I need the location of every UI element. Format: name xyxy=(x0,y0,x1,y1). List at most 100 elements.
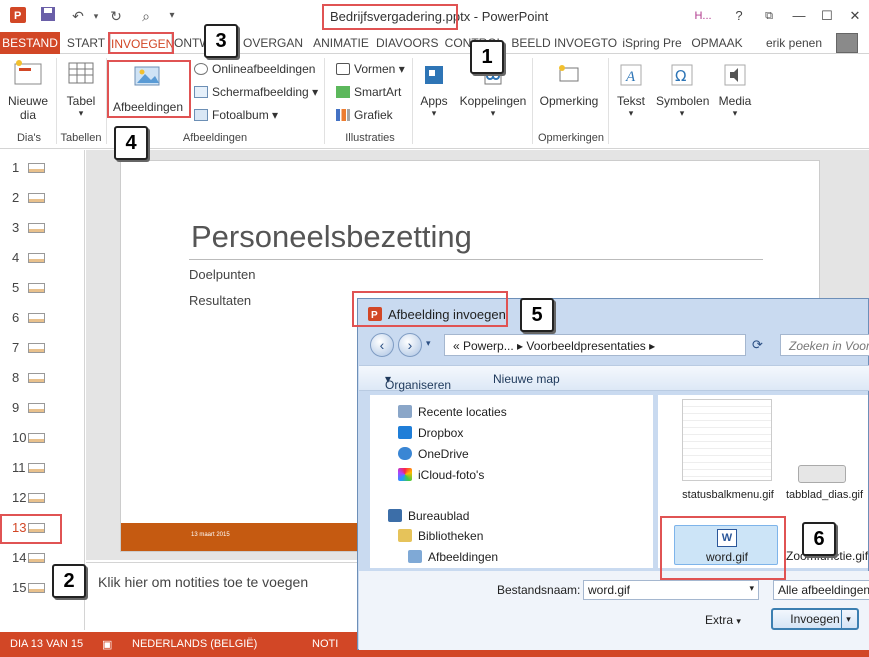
redo-icon[interactable]: ↻ xyxy=(106,6,126,26)
close-button[interactable]: ✕ xyxy=(844,6,866,26)
online-pictures-button[interactable]: Onlineafbeeldingen xyxy=(194,62,315,76)
tab-bestand[interactable]: BESTAND xyxy=(0,32,60,54)
slide-thumbnail-number[interactable]: 3 xyxy=(12,220,19,235)
insert-button[interactable]: Invoegen ▾ xyxy=(771,608,859,630)
slide-thumbnail[interactable] xyxy=(28,463,45,473)
file-thumbnail[interactable] xyxy=(682,399,772,481)
tab-opmaak[interactable]: OPMAAK xyxy=(688,32,746,54)
slide-thumbnail[interactable] xyxy=(28,403,45,413)
slide-thumbnail[interactable] xyxy=(28,433,45,443)
back-button[interactable]: ‹ xyxy=(370,333,394,357)
tab-invoegtoepassingen[interactable]: INVOEGTO xyxy=(554,32,617,54)
slide-thumbnail-number[interactable]: 5 xyxy=(12,280,19,295)
insert-picture-dialog: P Afbeelding invoegen ‹ › ▾ « Powerp... … xyxy=(357,298,869,650)
save-icon[interactable] xyxy=(38,6,58,26)
slide-thumbnail-number[interactable]: 8 xyxy=(12,370,19,385)
breadcrumb[interactable]: « Powerp... ▸ Voorbeeldpresentaties ▸ xyxy=(453,339,655,353)
slide-thumbnail-number[interactable]: 11 xyxy=(12,460,26,475)
organize-button[interactable]: Organiseren ▾ xyxy=(385,372,451,392)
forward-button[interactable]: › xyxy=(398,333,422,357)
slide-thumbnail[interactable] xyxy=(28,373,45,383)
symbols-button[interactable]: Ω Symbolen ▾ xyxy=(656,62,709,119)
spelling-icon[interactable]: ▣ xyxy=(102,638,112,651)
screenshot-button[interactable]: Schermafbeelding ▾ xyxy=(194,85,318,99)
file-name[interactable]: tabblad_dias.gif xyxy=(786,489,868,501)
apps-button[interactable]: Apps ▾ xyxy=(416,62,452,119)
minimize-button[interactable]: — xyxy=(788,6,810,26)
undo-dropdown-icon[interactable]: ▾ xyxy=(86,6,106,26)
tab-ispring[interactable]: iSpring Pre xyxy=(618,32,686,54)
shapes-button[interactable]: Vormen ▾ xyxy=(336,62,405,76)
tab-start[interactable]: START xyxy=(64,32,108,54)
slide-thumbnail-number[interactable]: 2 xyxy=(12,190,19,205)
slide-thumbnail-number[interactable]: 15 xyxy=(12,580,26,595)
smartart-button[interactable]: SmartArt xyxy=(336,85,401,99)
present-icon[interactable]: ⌕ xyxy=(136,6,156,26)
slide-thumbnail-number[interactable]: 9 xyxy=(12,400,19,415)
tab-animaties[interactable]: ANIMATIE xyxy=(310,32,372,54)
slide-thumbnail[interactable] xyxy=(28,163,45,173)
text-button[interactable]: A Tekst ▾ xyxy=(610,62,652,119)
nav-item-dropbox[interactable]: Dropbox xyxy=(398,426,463,440)
slide-thumbnail-number[interactable]: 1 xyxy=(12,160,19,175)
ribbon-display-icon[interactable]: ⧉ xyxy=(758,6,780,26)
slide-counter[interactable]: DIA 13 VAN 15 xyxy=(10,638,83,650)
new-slide-button[interactable]: Nieuwe dia xyxy=(4,58,52,122)
maximize-button[interactable]: ☐ xyxy=(816,6,838,26)
slide-thumbnail[interactable] xyxy=(28,493,45,503)
file-name[interactable]: statusbalkmenu.gif xyxy=(678,489,778,502)
slide-thumbnail[interactable] xyxy=(28,553,45,563)
notes-toggle[interactable]: NOTI xyxy=(312,638,338,650)
nav-item-libraries[interactable]: Bibliotheken xyxy=(398,529,483,543)
tab-beeld[interactable]: BEELD xyxy=(510,32,552,54)
tab-overgangen[interactable]: OVERGAN xyxy=(240,32,306,54)
slide-thumbnail[interactable] xyxy=(28,193,45,203)
undo-icon[interactable]: ↶ xyxy=(68,6,88,26)
slide-thumbnail[interactable] xyxy=(28,283,45,293)
recent-dropdown-icon[interactable]: ▾ xyxy=(426,338,431,349)
file-type-filter[interactable]: Alle afbeeldingen xyxy=(773,580,869,600)
address-bar[interactable]: « Powerp... ▸ Voorbeeldpresentaties ▸ xyxy=(444,334,746,356)
slide-thumbnail[interactable] xyxy=(28,223,45,233)
table-button[interactable]: Tabel ▾ xyxy=(60,58,102,119)
photo-album-button[interactable]: Fotoalbum ▾ xyxy=(194,108,278,122)
customize-qat-icon[interactable]: ▾ xyxy=(162,6,182,26)
help-button[interactable]: ? xyxy=(728,6,750,26)
nav-item-desktop[interactable]: Bureaublad xyxy=(388,509,469,523)
user-name[interactable]: erik penen xyxy=(756,32,832,54)
tab-diavoorstelling[interactable]: DIAVOORS xyxy=(376,32,438,54)
filename-input[interactable]: word.gif ▾ xyxy=(583,580,759,600)
comment-button[interactable]: Opmerking xyxy=(536,62,602,108)
slide-thumbnail-number[interactable]: 4 xyxy=(12,250,19,265)
slide-title[interactable]: Personeelsbezetting xyxy=(191,219,472,255)
slide-thumbnail[interactable] xyxy=(28,583,45,593)
file-thumbnail[interactable] xyxy=(798,465,846,483)
tools-button[interactable]: Extra ▾ xyxy=(705,613,741,627)
slide-bullet[interactable]: Doelpunten xyxy=(189,267,256,282)
avatar[interactable] xyxy=(836,33,858,53)
nav-item-pictures[interactable]: Afbeeldingen xyxy=(408,550,498,564)
search-input[interactable]: Zoeken in Voorb xyxy=(780,334,869,356)
slide-thumbnail[interactable] xyxy=(28,313,45,323)
chart-button[interactable]: Grafiek xyxy=(336,108,393,122)
language-indicator[interactable]: NEDERLANDS (BELGIË) xyxy=(132,638,257,650)
slide-thumbnail-number[interactable]: 14 xyxy=(12,550,26,565)
slide-thumbnail-number[interactable]: 7 xyxy=(12,340,19,355)
slide-thumbnail[interactable] xyxy=(28,253,45,263)
slide-thumbnail-number[interactable]: 10 xyxy=(12,430,26,445)
desktop-icon xyxy=(388,509,402,522)
refresh-icon[interactable]: ⟳ xyxy=(752,337,763,353)
slide-bullet[interactable]: Resultaten xyxy=(189,293,251,308)
nav-item-recent[interactable]: Recente locaties xyxy=(398,405,507,419)
group-label-illustrations: Illustraties xyxy=(345,132,395,144)
svg-text:Ω: Ω xyxy=(675,67,686,85)
slide-thumbnail[interactable] xyxy=(28,343,45,353)
new-folder-button[interactable]: Nieuwe map xyxy=(493,372,560,386)
table-icon xyxy=(68,62,94,84)
media-button[interactable]: Media ▾ xyxy=(714,62,756,119)
nav-item-icloud[interactable]: iCloud-foto's xyxy=(398,468,484,482)
slide-thumbnail-number[interactable]: 12 xyxy=(12,490,26,505)
slide-thumbnail-number[interactable]: 6 xyxy=(12,310,19,325)
nav-item-onedrive[interactable]: OneDrive xyxy=(398,447,469,461)
account-label[interactable]: H... xyxy=(692,6,714,26)
